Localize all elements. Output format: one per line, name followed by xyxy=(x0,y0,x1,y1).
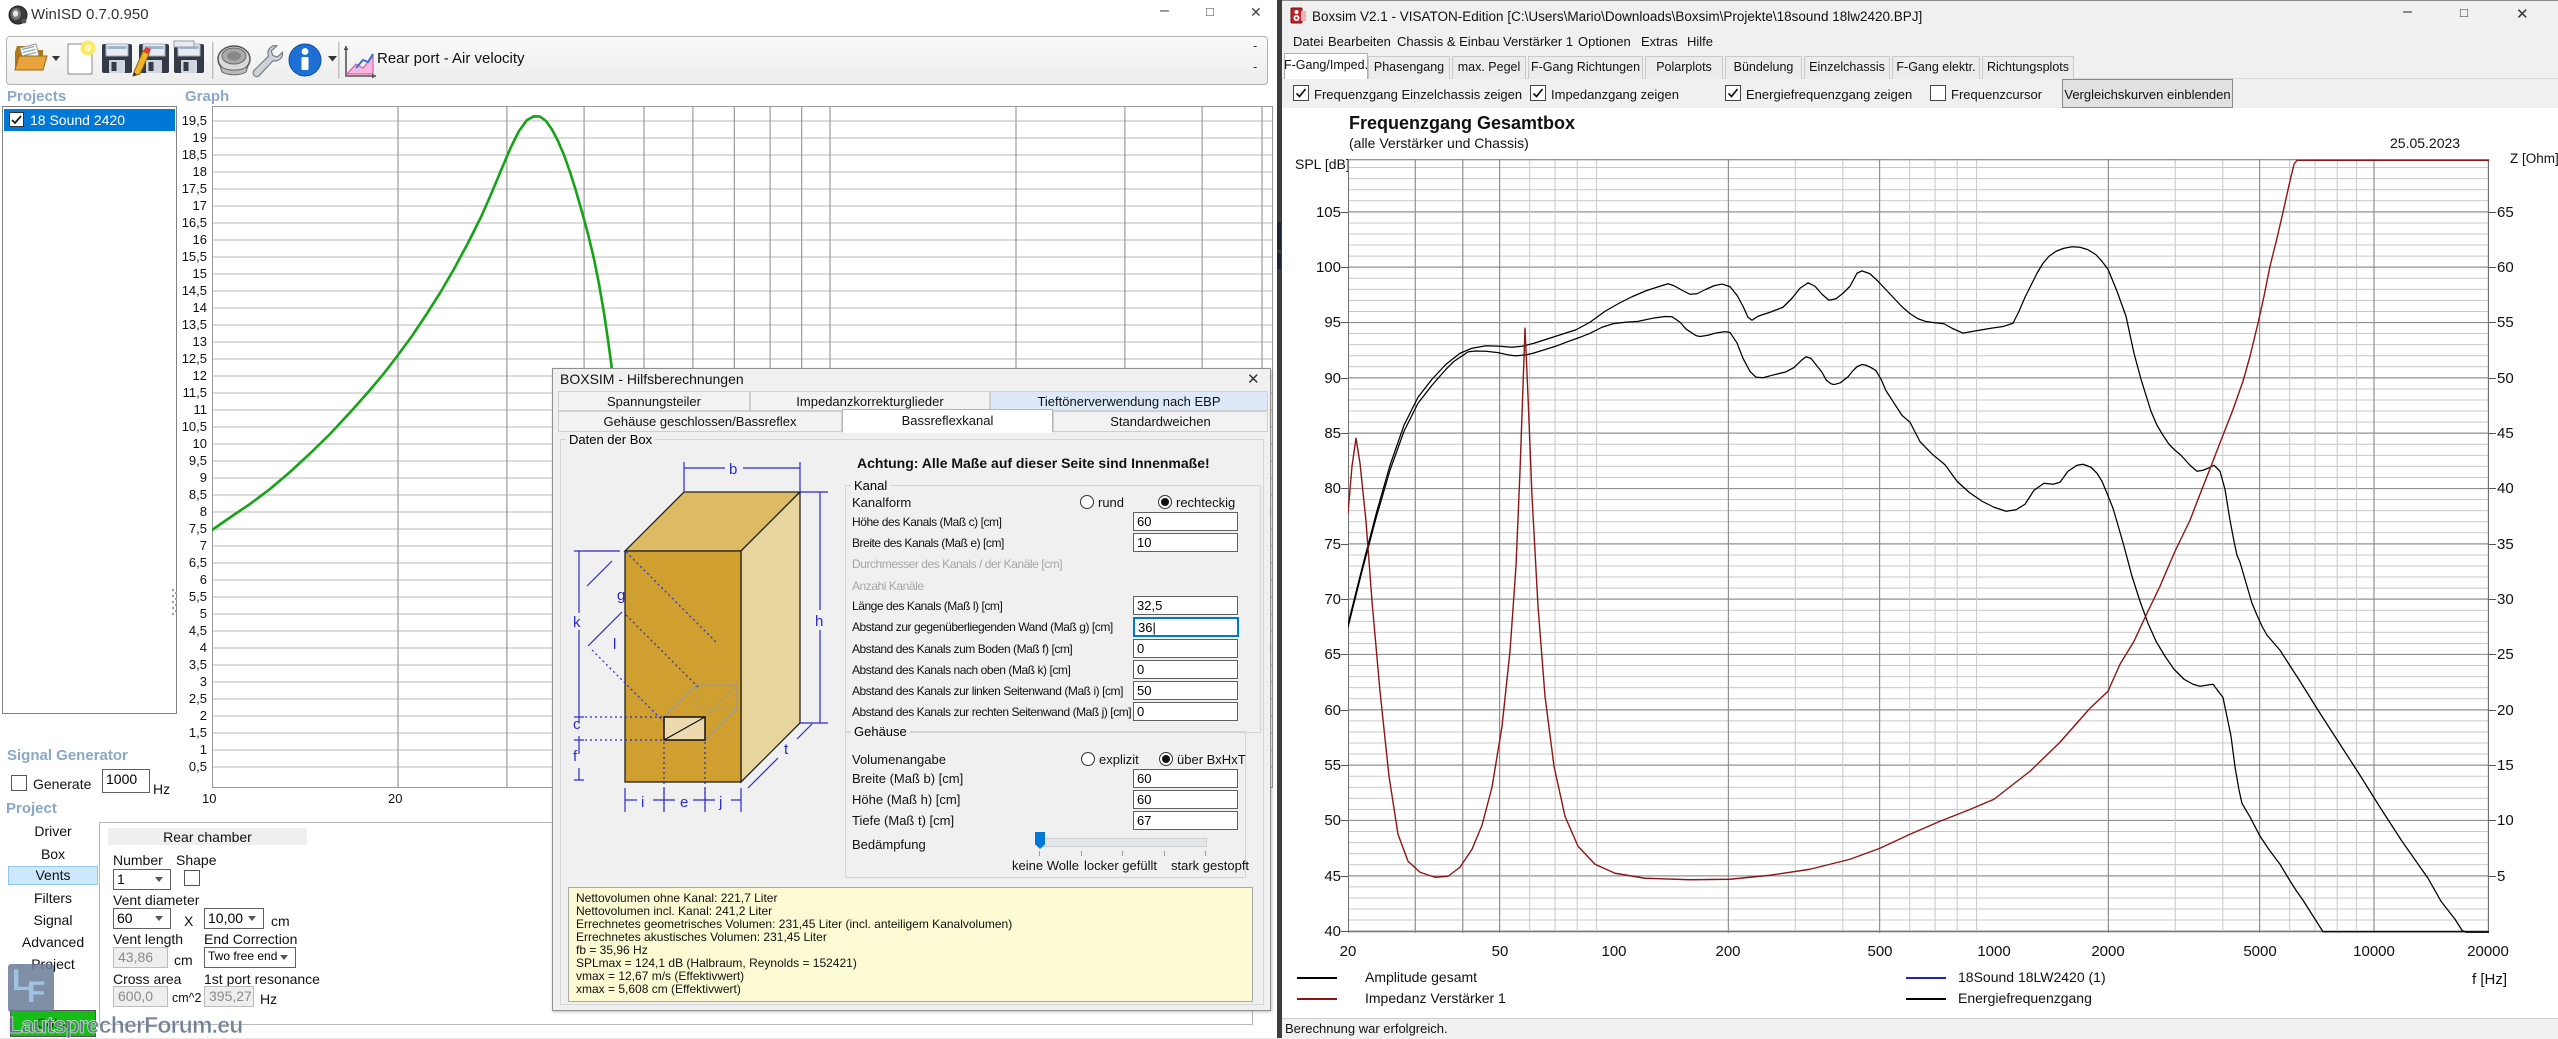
svg-text:j: j xyxy=(718,794,722,811)
svg-text:g: g xyxy=(617,587,625,604)
svg-text:t: t xyxy=(784,741,789,758)
svg-text:c: c xyxy=(573,716,581,733)
svg-text:k: k xyxy=(573,614,581,631)
svg-text:l: l xyxy=(613,636,616,653)
svg-text:e: e xyxy=(680,794,688,811)
svg-text:f: f xyxy=(573,748,578,765)
svg-text:b: b xyxy=(729,461,737,478)
svg-text:i: i xyxy=(641,794,644,811)
svg-text:h: h xyxy=(815,613,823,630)
